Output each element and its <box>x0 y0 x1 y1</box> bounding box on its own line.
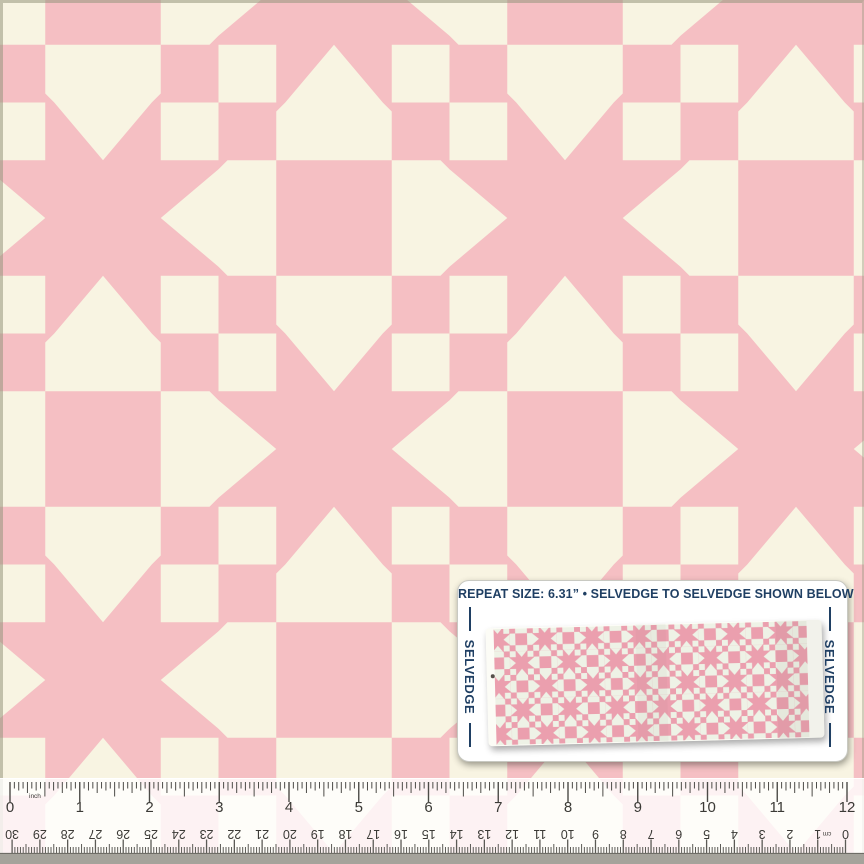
svg-text:3: 3 <box>215 799 223 816</box>
svg-text:5: 5 <box>703 827 710 841</box>
svg-text:12: 12 <box>839 799 856 816</box>
svg-text:20: 20 <box>283 827 297 841</box>
svg-text:24: 24 <box>172 827 186 841</box>
svg-text:28: 28 <box>61 827 75 841</box>
svg-text:10: 10 <box>699 799 716 816</box>
svg-text:6: 6 <box>424 799 432 816</box>
selvedge-dash <box>829 723 831 747</box>
svg-text:8: 8 <box>620 827 627 841</box>
selvedge-dash <box>829 607 831 631</box>
svg-text:inch: inch <box>29 793 41 800</box>
svg-text:4: 4 <box>285 799 293 816</box>
fabric-swatch-photo: REPEAT SIZE: 6.31” • SELVEDGE TO SELVEDG… <box>0 0 864 864</box>
svg-text:18: 18 <box>338 827 352 841</box>
svg-text:8: 8 <box>564 799 572 816</box>
svg-text:23: 23 <box>200 827 214 841</box>
svg-text:26: 26 <box>116 827 130 841</box>
svg-text:6: 6 <box>675 827 682 841</box>
svg-text:17: 17 <box>366 827 380 841</box>
ruler: 0123456789101112inch30292827262524232221… <box>0 778 864 864</box>
selvedge-text: SELVEDGE <box>823 640 838 715</box>
svg-text:1: 1 <box>76 799 84 816</box>
svg-text:0: 0 <box>842 827 849 841</box>
svg-text:2: 2 <box>145 799 153 816</box>
svg-text:21: 21 <box>255 827 269 841</box>
svg-text:7: 7 <box>494 799 502 816</box>
svg-text:11: 11 <box>769 799 785 816</box>
selvedge-text: SELVEDGE <box>463 640 478 715</box>
svg-text:9: 9 <box>592 827 599 841</box>
svg-text:25: 25 <box>144 827 158 841</box>
svg-text:19: 19 <box>311 827 325 841</box>
svg-text:22: 22 <box>227 827 241 841</box>
selvedge-label-right: SELVEDGE <box>822 597 838 757</box>
ruler-markings: 0123456789101112inch30292827262524232221… <box>0 779 864 864</box>
selvedge-label-left: SELVEDGE <box>462 597 478 757</box>
selvedge-dash <box>469 607 471 631</box>
svg-text:0: 0 <box>6 799 14 816</box>
svg-text:30: 30 <box>5 827 19 841</box>
svg-text:4: 4 <box>731 827 738 841</box>
svg-text:29: 29 <box>33 827 47 841</box>
svg-text:3: 3 <box>759 827 766 841</box>
selvedge-dash <box>469 723 471 747</box>
svg-text:15: 15 <box>422 827 436 841</box>
svg-text:cm: cm <box>823 830 832 837</box>
svg-text:13: 13 <box>477 827 491 841</box>
svg-text:7: 7 <box>648 827 655 841</box>
svg-text:16: 16 <box>394 827 408 841</box>
svg-text:11: 11 <box>533 827 546 841</box>
svg-text:27: 27 <box>88 827 102 841</box>
svg-text:12: 12 <box>505 827 519 841</box>
svg-text:5: 5 <box>355 799 363 816</box>
fabric-strip-photo <box>486 620 825 747</box>
repeat-size-text: REPEAT SIZE: 6.31” • SELVEDGE TO SELVEDG… <box>458 587 847 601</box>
svg-text:10: 10 <box>561 827 575 841</box>
svg-text:14: 14 <box>450 827 464 841</box>
svg-text:2: 2 <box>786 827 793 841</box>
svg-text:9: 9 <box>634 799 642 816</box>
svg-text:1: 1 <box>814 827 821 841</box>
